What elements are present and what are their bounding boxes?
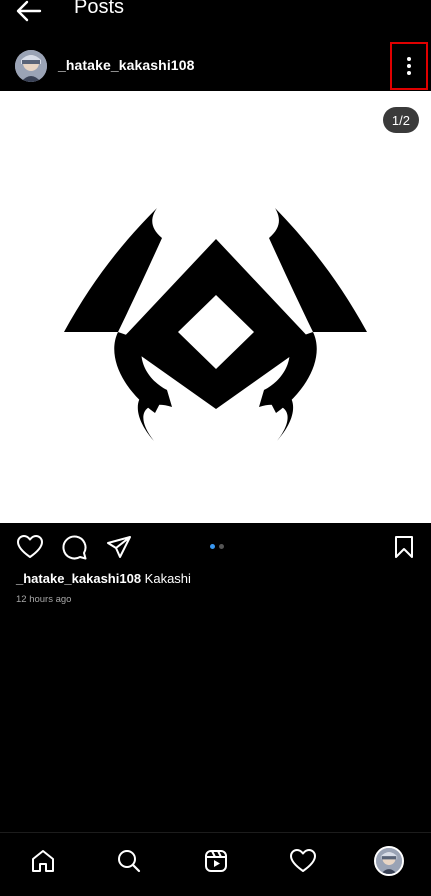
nav-home[interactable] — [25, 843, 61, 879]
back-button[interactable] — [14, 0, 44, 24]
page-title: Posts — [74, 0, 125, 18]
avatar-image — [15, 50, 47, 82]
like-button[interactable] — [15, 532, 45, 562]
comment-button[interactable] — [59, 532, 89, 562]
comment-icon — [62, 535, 87, 560]
home-icon — [32, 850, 54, 872]
nav-activity[interactable] — [285, 843, 321, 879]
image-counter-badge: 1/2 — [382, 107, 419, 133]
avatar[interactable] — [15, 50, 47, 82]
share-button[interactable] — [104, 532, 134, 562]
heart-icon — [17, 535, 43, 558]
search-icon — [118, 850, 141, 873]
more-options-button[interactable] — [390, 42, 428, 90]
caption-username[interactable]: _hatake_kakashi108 — [16, 571, 141, 586]
carousel-indicator — [210, 544, 224, 549]
tribal-symbol-image — [64, 208, 367, 441]
save-button[interactable] — [389, 532, 419, 562]
nav-profile[interactable] — [371, 843, 407, 879]
share-icon — [107, 536, 131, 558]
arrow-left-icon — [16, 0, 42, 22]
post-header: _hatake_kakashi108 — [0, 40, 431, 90]
post-actions — [0, 528, 431, 564]
profile-avatar — [374, 846, 404, 876]
heart-icon — [290, 849, 316, 872]
avatar-image — [376, 848, 402, 874]
nav-reels[interactable] — [198, 843, 234, 879]
carousel-dot — [219, 544, 224, 549]
bookmark-icon — [395, 536, 413, 558]
top-bar: Posts — [0, 0, 431, 26]
post-image[interactable]: 1/2 — [0, 91, 431, 523]
reels-icon — [205, 850, 227, 872]
post-username[interactable]: _hatake_kakashi108 — [58, 57, 194, 73]
caption-text: Kakashi — [144, 571, 191, 586]
post-timestamp: 12 hours ago — [16, 594, 72, 605]
post-caption: _hatake_kakashi108 Kakashi — [16, 571, 191, 586]
bottom-nav — [0, 832, 431, 896]
carousel-dot-active — [210, 544, 215, 549]
more-vertical-icon — [407, 57, 411, 75]
nav-search[interactable] — [111, 843, 147, 879]
